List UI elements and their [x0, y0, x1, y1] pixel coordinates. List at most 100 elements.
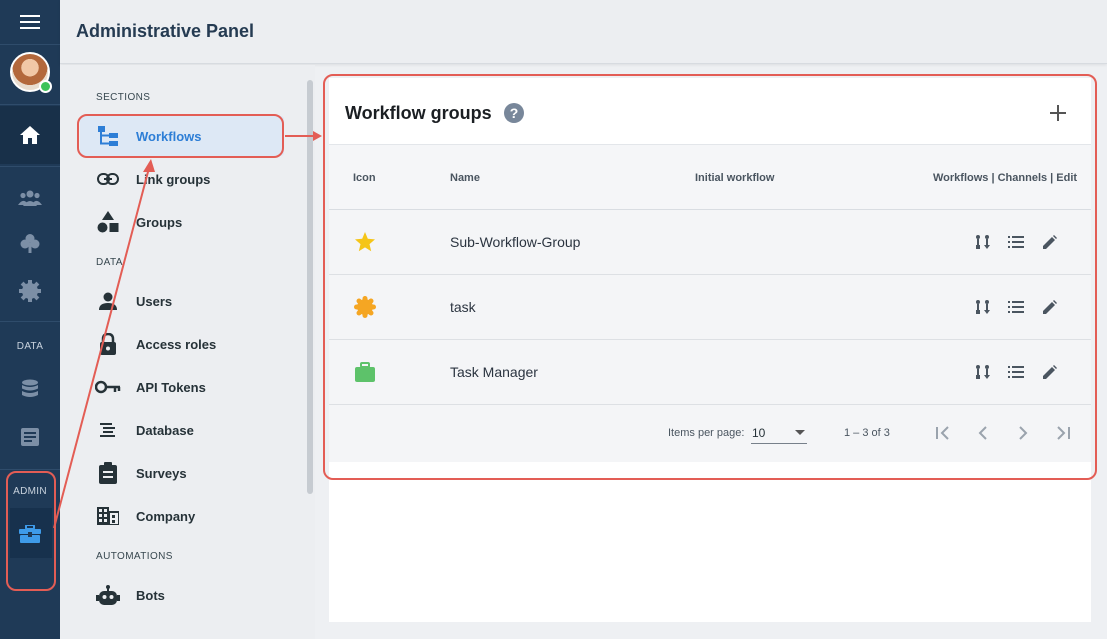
column-header-actions: Workflows | Channels | Edit [933, 172, 1078, 184]
table-row[interactable]: Sub-Workflow-Group [329, 210, 1091, 275]
row-name: Sub-Workflow-Group [450, 234, 581, 250]
workflow-tree-icon [98, 126, 118, 146]
previous-page-button[interactable] [971, 421, 995, 445]
workflow-groups-card: Workflow groups ? Icon Name Initial work… [329, 78, 1091, 462]
table-header: Icon Name Initial workflow Workflows | C… [329, 144, 1091, 210]
rail-divider [0, 44, 60, 45]
menu-button[interactable] [0, 0, 60, 44]
section-heading-automations: AUTOMATIONS [96, 551, 173, 562]
edit-action-button[interactable] [1040, 297, 1060, 317]
app-header: Administrative Panel [60, 0, 1107, 64]
first-page-icon [936, 426, 949, 440]
sidebar-item-groups[interactable]: Groups [80, 202, 284, 242]
left-rail: DATA ADMIN [0, 0, 60, 639]
rail-data-label: DATA [16, 341, 44, 352]
workflow-sort-icon [976, 235, 990, 249]
table-paginator: Items per page: 10 1 – 3 of 3 [329, 405, 1091, 462]
sidebar-item-label: Link groups [136, 171, 211, 187]
section-heading-sections: SECTIONS [96, 92, 151, 103]
edit-action-button[interactable] [1040, 362, 1060, 382]
section-heading-data: DATA [96, 257, 123, 268]
workflows-action-button[interactable] [973, 297, 993, 317]
sidebar-item-database[interactable]: Database [80, 410, 284, 450]
sidebar-item-bots[interactable]: Bots [80, 575, 284, 615]
sidebar-item-label: Company [136, 508, 196, 524]
database-lines-icon [100, 423, 115, 437]
sidebar-item-label: API Tokens [136, 379, 206, 395]
badge-icon [354, 296, 376, 318]
sidebar-item-label: Access roles [136, 336, 217, 352]
row-name: task [450, 299, 476, 315]
list-icon [1008, 301, 1024, 313]
pencil-icon [1043, 300, 1057, 314]
last-page-button[interactable] [1051, 421, 1075, 445]
edit-action-button[interactable] [1040, 232, 1060, 252]
database-button[interactable] [0, 367, 60, 411]
add-button[interactable] [1045, 100, 1071, 126]
people-icon [18, 190, 42, 206]
table-row[interactable]: task [329, 275, 1091, 340]
link-icon [97, 173, 119, 185]
sidebar-item-company[interactable]: Company [80, 496, 284, 536]
chevron-right-icon [1019, 426, 1028, 440]
column-header-initial-workflow[interactable]: Initial workflow [695, 172, 774, 184]
next-page-button[interactable] [1011, 421, 1035, 445]
workflows-action-button[interactable] [973, 232, 993, 252]
online-status-dot [39, 80, 52, 93]
channels-action-button[interactable] [1006, 362, 1026, 382]
database-icon [22, 379, 38, 397]
row-name: Task Manager [450, 364, 538, 380]
document-button[interactable] [0, 415, 60, 459]
first-page-button[interactable] [931, 421, 955, 445]
settings-icon [19, 280, 41, 302]
pencil-icon [1043, 365, 1057, 379]
workflows-action-button[interactable] [973, 362, 993, 382]
card-title: Workflow groups [345, 103, 492, 123]
admin-button[interactable] [0, 512, 60, 556]
home-icon [20, 126, 40, 144]
sidebar-scrollbar[interactable] [307, 80, 313, 494]
channels-action-button[interactable] [1006, 232, 1026, 252]
list-icon [1008, 366, 1024, 378]
sidebar-item-label: Database [136, 422, 194, 438]
sidebar-item-label: Bots [136, 587, 165, 603]
channels-action-button[interactable] [1006, 297, 1026, 317]
sidebar-item-access-roles[interactable]: Access roles [80, 324, 284, 364]
people-button[interactable] [0, 176, 60, 220]
key-icon [95, 380, 121, 394]
chevron-down-icon [795, 430, 805, 435]
page-title: Administrative Panel [76, 21, 255, 41]
items-per-page-value: 10 [752, 426, 766, 440]
home-button[interactable] [0, 113, 60, 157]
items-per-page-select[interactable]: 10 [751, 422, 807, 444]
sections-sidebar: SECTIONS Workflows Link groups Groups DA… [60, 65, 315, 639]
clipboard-icon [99, 462, 117, 484]
briefcase-icon [355, 362, 375, 382]
items-per-page-label: Items per page: [668, 427, 745, 439]
chevron-left-icon [978, 426, 987, 440]
sidebar-item-workflows[interactable]: Workflows [80, 116, 284, 156]
sidebar-item-label: Groups [136, 214, 183, 230]
sidebar-item-users[interactable]: Users [80, 281, 284, 321]
last-page-icon [1057, 426, 1070, 440]
sidebar-item-api-tokens[interactable]: API Tokens [80, 367, 284, 407]
robot-icon [96, 585, 120, 605]
sidebar-item-label: Workflows [136, 128, 202, 144]
person-icon [99, 292, 117, 310]
rail-divider [0, 104, 60, 105]
list-icon [1008, 236, 1024, 248]
document-icon [21, 428, 39, 446]
help-icon[interactable]: ? [504, 103, 524, 123]
toolbox-icon [19, 525, 41, 543]
lock-icon [100, 333, 116, 355]
shapes-icon [97, 211, 119, 233]
settings-button[interactable] [0, 269, 60, 313]
rail-admin-label: ADMIN [13, 486, 47, 497]
table-row[interactable]: Task Manager [329, 340, 1091, 405]
building-icon [97, 507, 119, 525]
column-header-name[interactable]: Name [450, 172, 480, 184]
sidebar-item-link-groups[interactable]: Link groups [80, 159, 284, 199]
club-icon [20, 234, 40, 253]
sidebar-item-surveys[interactable]: Surveys [80, 453, 284, 493]
club-button[interactable] [0, 221, 60, 265]
